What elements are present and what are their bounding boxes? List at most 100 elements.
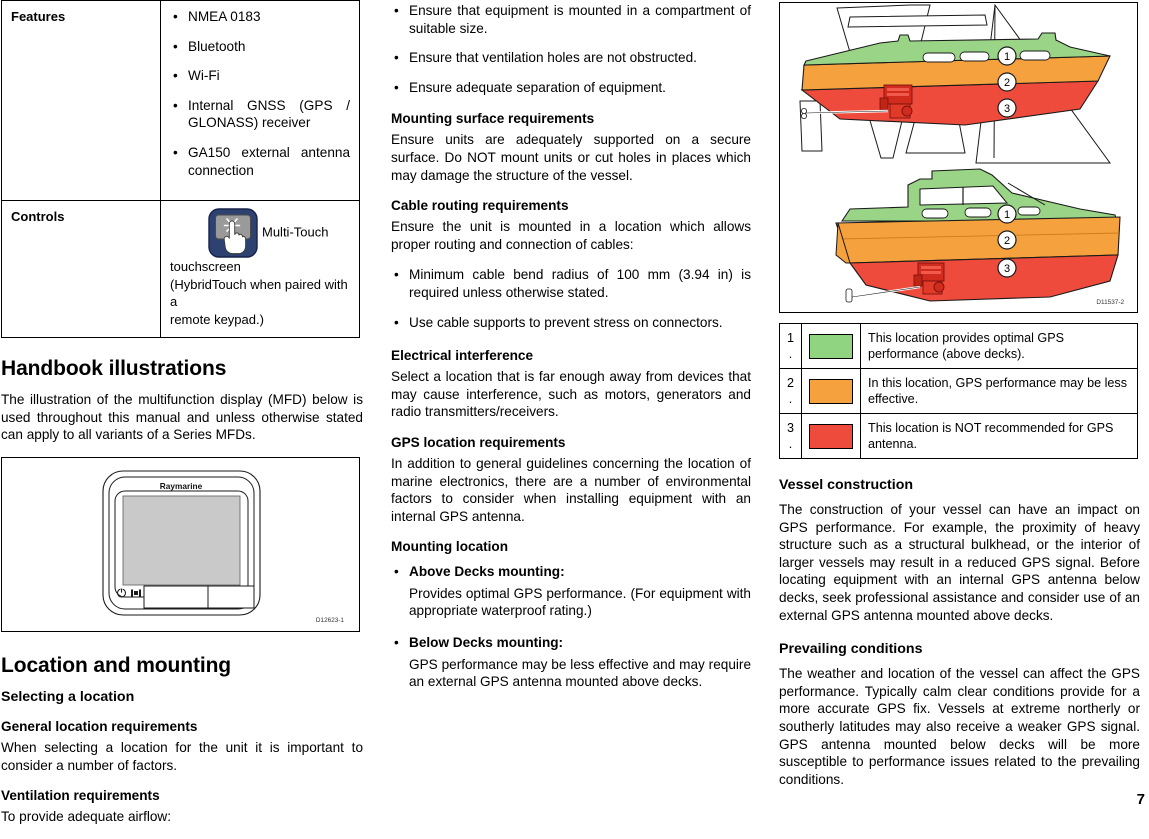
- bullet-icon: •: [394, 50, 399, 66]
- color-swatch-orange: [809, 378, 854, 404]
- color-swatch-green: [809, 333, 854, 359]
- list-item: • NMEA 0183: [170, 8, 350, 26]
- legend-number-dot: .: [788, 437, 793, 451]
- section-electrical-interference: Electrical interference: [391, 348, 534, 364]
- gps-location-body: In addition to general guidelines concer…: [391, 455, 751, 524]
- legend-number-cell: 3 .: [778, 413, 803, 459]
- svg-text:1: 1: [1004, 209, 1010, 221]
- vessel-construction-body: The construction of your vessel can have…: [779, 502, 1140, 623]
- feature-text: Internal GNSS (GPS / GLONASS) receiver: [188, 97, 350, 131]
- svg-text:2: 2: [1004, 235, 1010, 247]
- svg-text:3: 3: [1004, 263, 1010, 275]
- bullet-icon: •: [173, 38, 178, 54]
- mounting-surface-body: Ensure units are adequately supported on…: [391, 132, 751, 183]
- controls-text-touchscreen: touchscreen: [170, 259, 241, 275]
- mfd-illustration: Raymarine D12623-1 D12623-1: [1, 456, 360, 632]
- table-row: 2 . In this location, GPS performance ma…: [778, 368, 1138, 414]
- list-item: • Ensure that ventilation holes are not o…: [391, 49, 751, 67]
- bullet-icon: •: [173, 144, 178, 160]
- cable-routing-body: Ensure the unit is mounted in a location…: [391, 219, 751, 252]
- handbook-paragraph: The illustration of the multifunction di…: [1, 392, 363, 443]
- legend-text: This location is NOT recommended for GPS…: [860, 413, 1138, 459]
- row-value-controls: Multi-Touch touchscreen (HybridTouch whe…: [160, 200, 360, 339]
- cable-routing-bullet-text: Use cable supports to prevent stress on …: [409, 314, 723, 330]
- list-item: • Below Decks mounting: GPS performance …: [391, 634, 751, 691]
- bullet-icon: •: [394, 79, 399, 95]
- below-decks-body: GPS performance may be less effective an…: [409, 656, 751, 690]
- svg-text:2: 2: [1004, 77, 1010, 89]
- above-decks-label: Above Decks mounting:: [409, 564, 565, 580]
- page-title-handbook-illustrations: Handbook illustrations: [1, 357, 227, 381]
- bullet-icon: •: [394, 564, 399, 580]
- controls-description: Multi-Touch touchscreen (HybridTouch whe…: [170, 208, 350, 328]
- color-swatch-red: [809, 423, 854, 449]
- list-item: • GA150 external antenna connection: [170, 144, 350, 179]
- legend-number-dot: .: [788, 392, 793, 406]
- list-item: • Minimum cable bend radius of 100 mm (3.…: [391, 266, 751, 301]
- callout-3: 3: [997, 258, 1017, 278]
- section-prevailing-conditions: Prevailing conditions: [779, 641, 923, 658]
- bullet-icon: •: [173, 9, 178, 24]
- list-item: • Wi-Fi: [170, 67, 350, 85]
- page-title-location-and-mounting: Location and mounting: [1, 653, 232, 677]
- legend-swatch-cell: [801, 413, 862, 459]
- feature-text: GA150 external antenna connection: [188, 144, 350, 178]
- bullet-icon: •: [394, 314, 399, 330]
- callout-2: 2: [997, 72, 1017, 92]
- legend-number: 3: [787, 421, 795, 435]
- page-columns: Features • NMEA 0183 • Bluetooth • Wi-Fi • I…: [0, 0, 1149, 824]
- row-value-features: • NMEA 0183 • Bluetooth • Wi-Fi • Internal G…: [160, 0, 360, 202]
- list-item: • Ensure that equipment is mounted in a c…: [391, 2, 751, 37]
- section-general-location-requirements: General location requirements: [1, 718, 198, 734]
- feature-text: Wi-Fi: [188, 68, 220, 84]
- gps-location-legend-table: 1 . This location provides optimal GPS p…: [778, 323, 1138, 459]
- callout-2: 2: [997, 230, 1017, 250]
- row-label-features: Features: [1, 0, 161, 202]
- bullet-icon: •: [394, 635, 399, 651]
- feature-text: Bluetooth: [188, 38, 246, 54]
- feature-text: NMEA 0183: [188, 9, 261, 24]
- left-column: Features • NMEA 0183 • Bluetooth • Wi-Fi • I…: [1, 0, 363, 839]
- list-item: • Bluetooth: [170, 38, 350, 56]
- list-item: • Use cable supports to prevent stress on…: [391, 314, 751, 332]
- middle-column: • Ensure that equipment is mounted in a c…: [391, 0, 751, 695]
- multi-touch-icon: [208, 208, 258, 258]
- table-row-controls: Controls Multi-Touch touchscreen (Hybrid…: [1, 200, 360, 339]
- figure-id: D12623-1: [316, 617, 345, 624]
- bullet-icon: •: [394, 267, 399, 283]
- table-row-features: Features • NMEA 0183 • Bluetooth • Wi-Fi • I…: [1, 0, 360, 202]
- sailboat-illustration: 1 2 3: [799, 3, 1111, 164]
- list-item: • Ensure adequate separation of equipment…: [391, 79, 751, 97]
- section-gps-location-requirements: GPS location requirements: [391, 434, 566, 450]
- legend-number: 2: [787, 376, 795, 390]
- gps-location-illustration: 1 2 3 1 2 3 D11537-2: [779, 2, 1138, 313]
- right-column: 1 2 3 1 2 3 D11537-2 1 . This location p…: [778, 0, 1140, 801]
- section-mounting-surface-requirements: Mounting surface requirements: [391, 111, 595, 127]
- motorboat-illustration: 1 2 3: [835, 168, 1121, 303]
- legend-text: In this location, GPS performance may be…: [860, 368, 1138, 414]
- page-number: 7: [1136, 791, 1145, 809]
- callout-1: 1: [997, 204, 1017, 224]
- mounting-location-list: • Above Decks mounting: Provides optimal…: [391, 563, 751, 691]
- controls-text-keypad: remote keypad.): [170, 311, 264, 327]
- features-list: • NMEA 0183 • Bluetooth • Wi-Fi • Internal G…: [170, 8, 350, 179]
- below-decks-label: Below Decks mounting:: [409, 635, 564, 651]
- above-decks-body: Provides optimal GPS performance. (For e…: [409, 585, 751, 619]
- ventilation-body: To provide adequate airflow:: [1, 809, 172, 825]
- legend-number: 1: [787, 331, 795, 345]
- ventilation-bullet-text: Ensure adequate separation of equipment.: [409, 79, 666, 95]
- specification-table: Features • NMEA 0183 • Bluetooth • Wi-Fi • I…: [1, 0, 360, 339]
- legend-text: This location provides optimal GPS perfo…: [860, 323, 1138, 369]
- bullet-icon: •: [173, 68, 178, 84]
- prevailing-conditions-body: The weather and location of the vessel c…: [779, 666, 1140, 787]
- section-vessel-construction: Vessel construction: [779, 477, 914, 493]
- ventilation-bullet-text: Ensure that equipment is mounted in a co…: [409, 3, 751, 36]
- callout-3: 3: [997, 98, 1017, 118]
- list-item: • Internal GNSS (GPS / GLONASS) receiver: [170, 97, 350, 132]
- section-mounting-location: Mounting location: [391, 539, 509, 555]
- ventilation-bullet-list: • Ensure that equipment is mounted in a c…: [391, 2, 751, 96]
- controls-text-multitouch: Multi-Touch: [262, 224, 329, 240]
- ventilation-bullet-text: Ensure that ventilation holes are not ob…: [409, 50, 697, 66]
- legend-number-cell: 1 .: [778, 323, 803, 369]
- brand-label: Raymarine: [160, 481, 203, 491]
